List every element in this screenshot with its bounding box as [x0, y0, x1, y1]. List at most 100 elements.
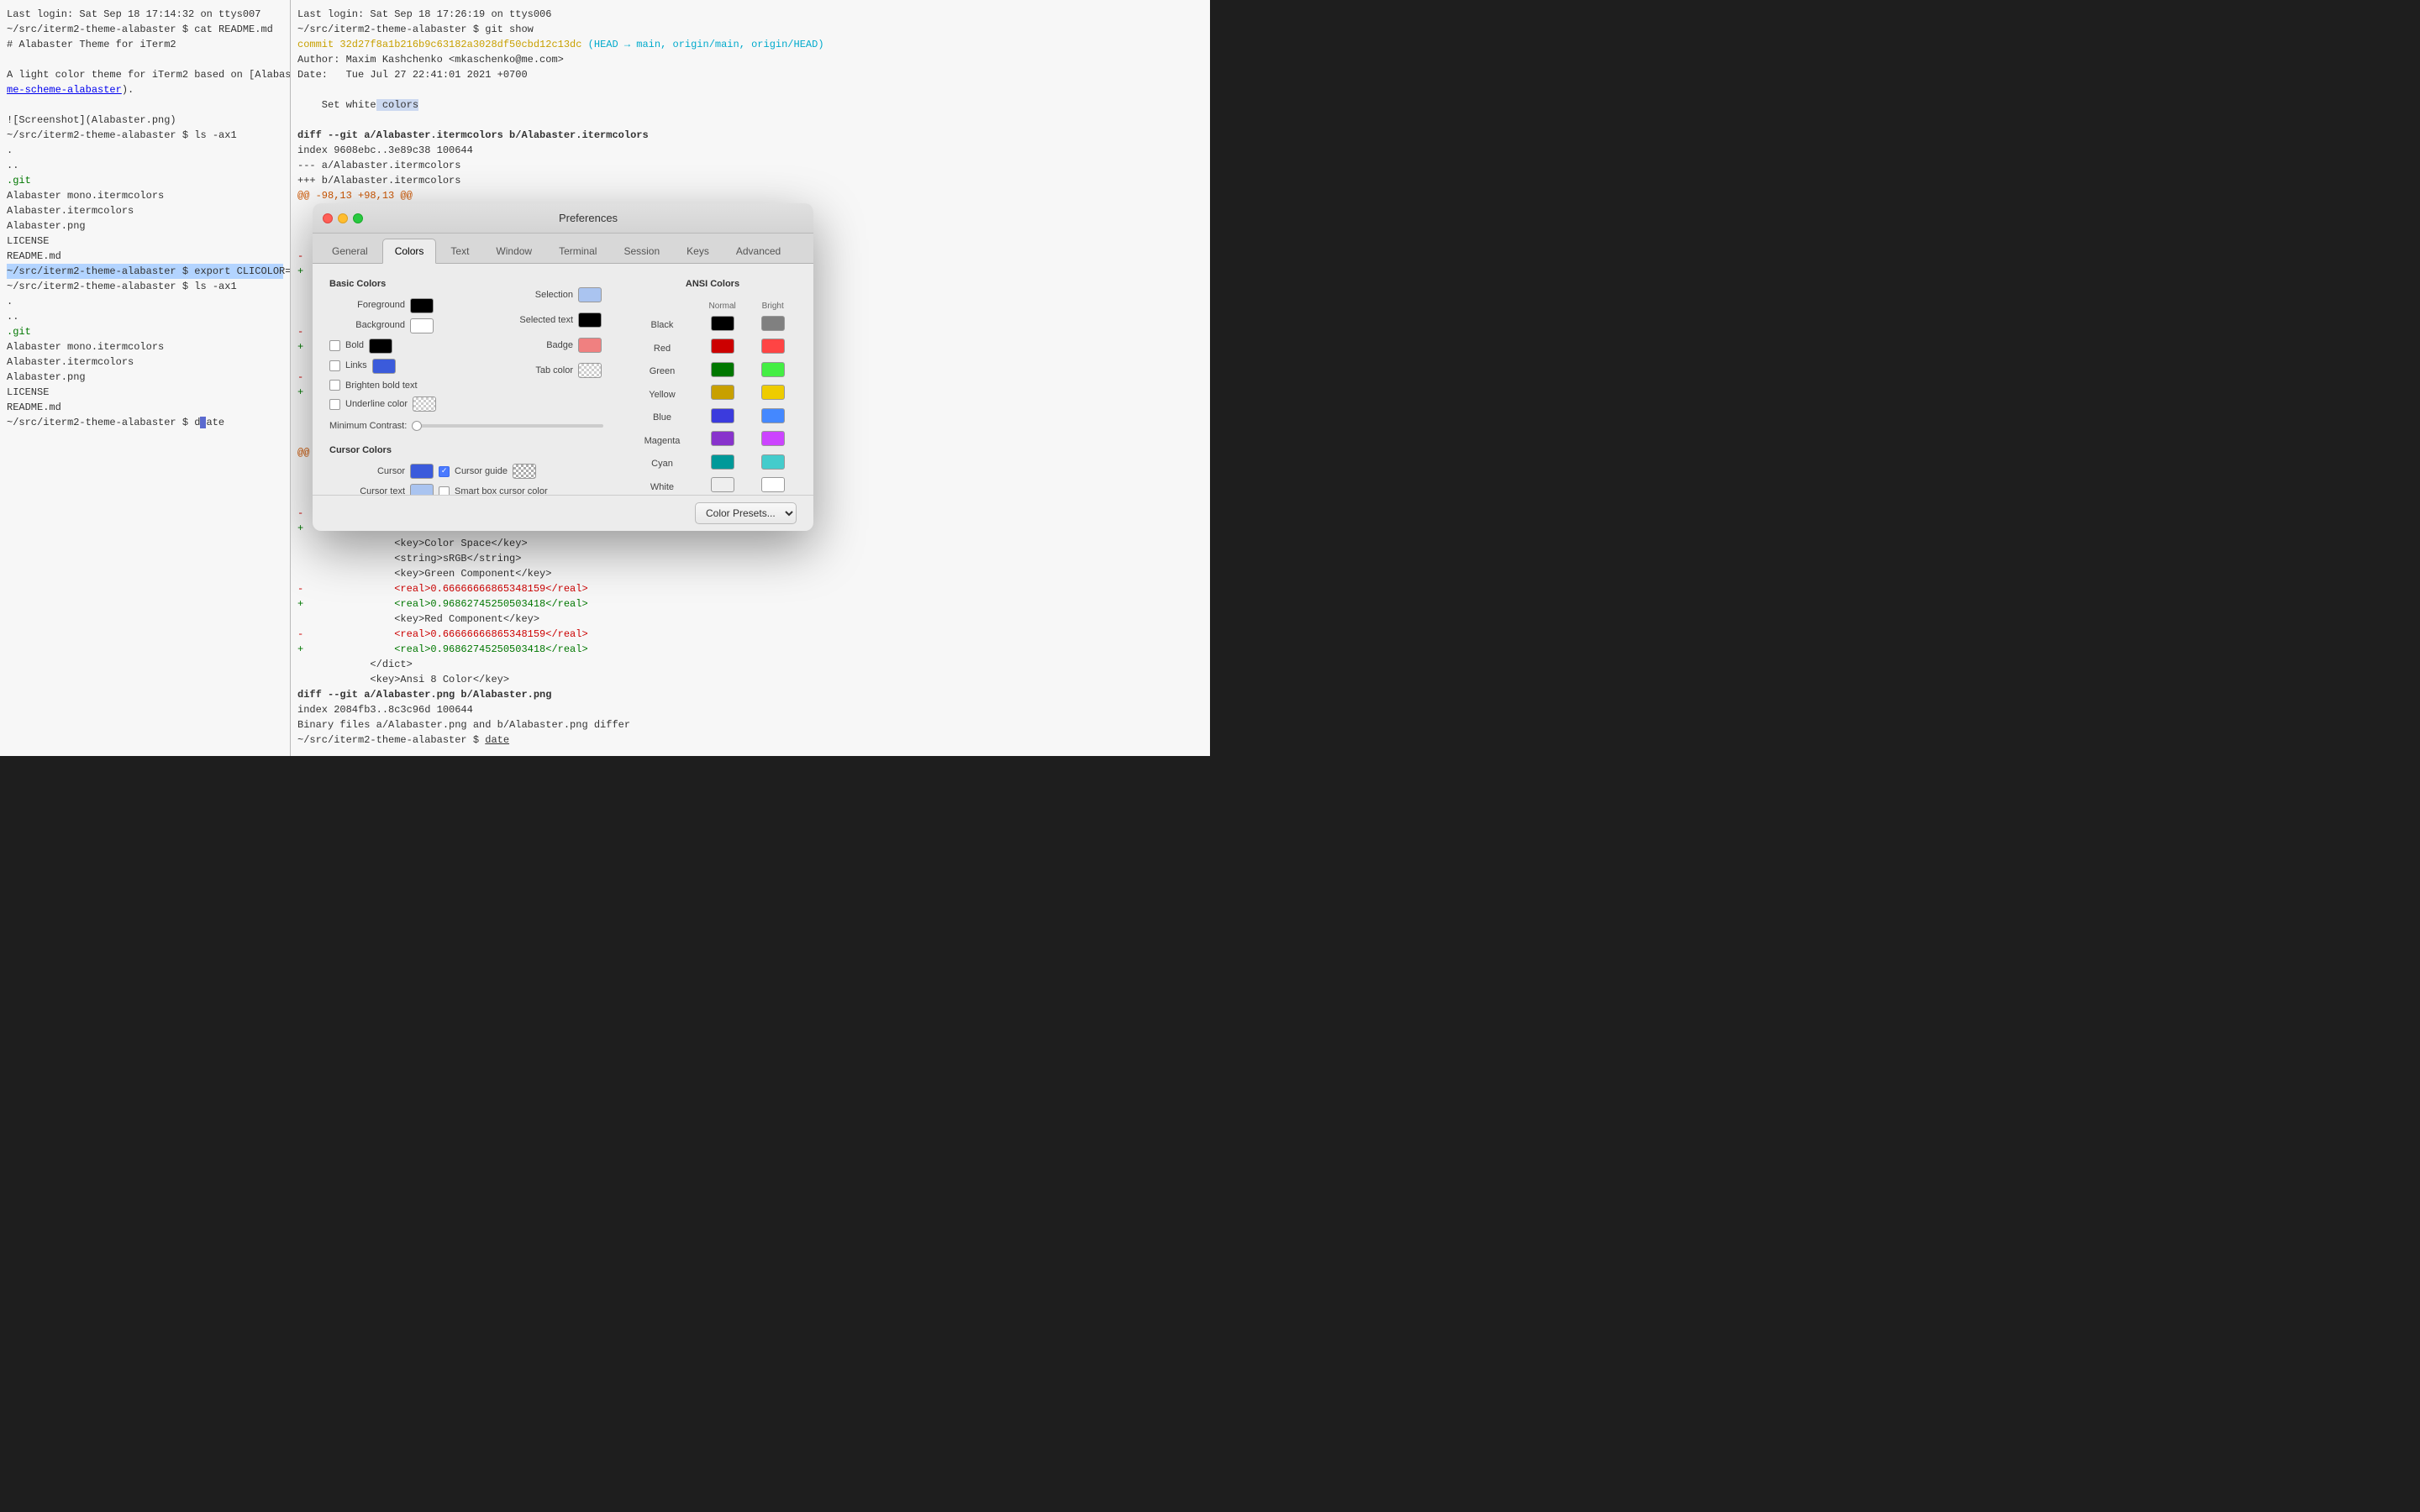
ansi-bright-swatch[interactable]	[761, 316, 785, 331]
ansi-bright-swatch[interactable]	[761, 362, 785, 377]
cursor-guide-checkbox[interactable]: ✓	[439, 466, 450, 477]
slider-thumb[interactable]	[412, 421, 422, 431]
term-line: index 2084fb3..8c3c96d 100644	[297, 702, 1203, 717]
term-line: - <real>0.66666666865348159</real>	[297, 581, 1203, 596]
selected-text-label: Selected text	[497, 313, 573, 328]
tab-general[interactable]: General	[319, 239, 381, 263]
foreground-swatch[interactable]	[410, 298, 434, 313]
prefs-footer: Color Presets...	[313, 495, 813, 531]
term-line: +++ b/Alabaster.itermcolors	[297, 173, 1203, 188]
ansi-normal-swatch[interactable]	[711, 477, 734, 492]
tab-keys[interactable]: Keys	[674, 239, 722, 263]
selection-row: Selection	[497, 287, 602, 302]
ansi-normal-swatch[interactable]	[711, 431, 734, 446]
term-line: Binary files a/Alabaster.png and b/Alaba…	[297, 717, 1203, 732]
background-label: Background	[329, 318, 405, 333]
ansi-bright-swatch[interactable]	[761, 385, 785, 400]
tab-text[interactable]: Text	[438, 239, 481, 263]
minimum-contrast-row: Minimum Contrast:	[329, 419, 603, 433]
terminal-left[interactable]: Last login: Sat Sep 18 17:14:32 on ttys0…	[0, 0, 290, 756]
tab-window[interactable]: Window	[483, 239, 544, 263]
badge-swatch[interactable]	[578, 338, 602, 353]
ansi-normal-swatch[interactable]	[711, 316, 734, 331]
term-line	[297, 113, 1203, 128]
ansi-row: Yellow	[629, 383, 797, 407]
links-checkbox[interactable]	[329, 360, 340, 371]
bold-swatch[interactable]	[369, 339, 392, 354]
ansi-bright-swatch[interactable]	[761, 454, 785, 470]
term-line: --- a/Alabaster.itermcolors	[297, 158, 1203, 173]
term-line: .git	[7, 173, 283, 188]
minimum-contrast-slider[interactable]	[412, 424, 603, 428]
ansi-color-name: Green	[629, 360, 696, 384]
traffic-lights	[323, 213, 363, 223]
term-line: Alabaster.itermcolors	[7, 203, 283, 218]
git-commit-hash: commit 32d27f8a1b216b9c63182a3028df50cbd…	[297, 39, 581, 50]
cursor-swatch[interactable]	[410, 464, 434, 479]
smart-box-checkbox[interactable]	[439, 486, 450, 496]
ansi-normal-swatch[interactable]	[711, 362, 734, 377]
titlebar: Preferences	[313, 203, 813, 234]
color-presets-select[interactable]: Color Presets...	[695, 502, 797, 524]
bold-checkbox[interactable]	[329, 340, 340, 351]
selection-swatch[interactable]	[578, 287, 602, 302]
term-line-selected: Set white colors	[297, 97, 1203, 113]
term-line: Last login: Sat Sep 18 17:14:32 on ttys0…	[7, 7, 283, 22]
term-line: + <real>0.96862745250503418</real>	[297, 596, 1203, 612]
term-line: Author: Maxim Kashchenko <mkaschenko@me.…	[297, 52, 1203, 67]
link[interactable]: me-scheme-alabaster	[7, 84, 122, 96]
term-line-cursor: ~/src/iterm2-theme-alabaster $ date	[297, 732, 1203, 748]
tab-color-swatch[interactable]	[578, 363, 602, 378]
ansi-normal-swatch[interactable]	[711, 454, 734, 470]
minimize-button[interactable]	[338, 213, 348, 223]
ansi-normal-swatch[interactable]	[711, 385, 734, 400]
term-line: LICENSE	[7, 385, 283, 400]
ansi-bright-swatch[interactable]	[761, 339, 785, 354]
brighten-bold-checkbox[interactable]	[329, 380, 340, 391]
badge-row: Badge	[497, 338, 602, 353]
ansi-row: Red	[629, 337, 797, 360]
term-line: Alabaster mono.itermcolors	[7, 188, 283, 203]
selected-text-row: Selected text	[497, 312, 602, 328]
ansi-bright-swatch[interactable]	[761, 431, 785, 446]
terminal-right[interactable]: Last login: Sat Sep 18 17:26:19 on ttys0…	[291, 0, 1210, 756]
cursor-text-swatch[interactable]	[410, 484, 434, 495]
term-line: + <real>0.96862745250503418</real>	[297, 642, 1203, 657]
tab-advanced[interactable]: Advanced	[723, 239, 793, 263]
prefs-body: Basic Colors Foreground Background Bold	[313, 264, 813, 495]
selected-text-swatch[interactable]	[578, 312, 602, 328]
term-line: Alabaster.itermcolors	[7, 354, 283, 370]
cursor-colors-title: Cursor Colors	[329, 444, 603, 458]
cursor-guide-swatch[interactable]	[513, 464, 536, 479]
git-head: (HEAD → main, origin/main, origin/HEAD)	[588, 39, 824, 50]
cursor-section: Cursor Colors Cursor ✓ Cursor guide Curs…	[329, 444, 603, 496]
underline-color-label: Underline color	[345, 397, 408, 412]
tab-color-label: Tab color	[497, 364, 573, 378]
links-label: Links	[345, 359, 367, 373]
background-swatch[interactable]	[410, 318, 434, 333]
underline-color-checkbox[interactable]	[329, 399, 340, 410]
tab-terminal[interactable]: Terminal	[546, 239, 609, 263]
ansi-bright-swatch[interactable]	[761, 408, 785, 423]
ansi-row: Cyan	[629, 453, 797, 476]
term-line: ![Screenshot](Alabaster.png)	[7, 113, 283, 128]
check-icon: ✓	[441, 465, 446, 478]
term-line: <key>Green Component</key>	[297, 566, 1203, 581]
underline-color-swatch[interactable]	[413, 396, 436, 412]
ansi-normal-swatch[interactable]	[711, 408, 734, 423]
window-title: Preferences	[373, 210, 803, 227]
term-line: .	[7, 143, 283, 158]
term-line: ~/src/iterm2-theme-alabaster $ ls -ax1	[7, 279, 283, 294]
ansi-row: Blue	[629, 407, 797, 430]
preferences-window: Preferences General Colors Text Window T…	[313, 203, 813, 531]
close-button[interactable]	[323, 213, 333, 223]
maximize-button[interactable]	[353, 213, 363, 223]
ansi-normal-swatch[interactable]	[711, 339, 734, 354]
links-swatch[interactable]	[372, 359, 396, 374]
tab-colors[interactable]: Colors	[382, 239, 437, 264]
term-line: ..	[7, 309, 283, 324]
tab-session[interactable]: Session	[611, 239, 672, 263]
term-line: A light color theme for iTerm2 based on …	[7, 67, 283, 82]
ansi-bright-swatch[interactable]	[761, 477, 785, 492]
term-line: me-scheme-alabaster).	[7, 82, 283, 97]
